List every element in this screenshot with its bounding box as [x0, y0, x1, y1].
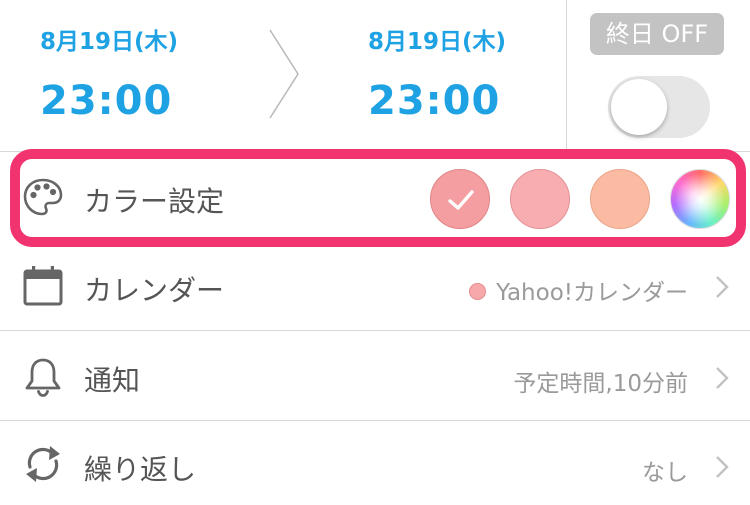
repeat-icon [26, 446, 60, 482]
notification-row[interactable]: 通知 予定時間,10分前 [0, 332, 750, 421]
notification-label: 通知 [84, 364, 141, 397]
start-date[interactable]: 8月19日(木) [40, 22, 178, 56]
calendar-icon [23, 266, 63, 306]
toggle-knob [611, 79, 667, 135]
calendar-label: カレンダー [84, 274, 225, 307]
palette-icon [23, 178, 63, 216]
end-time[interactable]: 23:00 [368, 78, 500, 124]
divider [566, 0, 567, 152]
repeat-row[interactable]: 繰り返し なし [0, 421, 750, 505]
all-day-label: 終日 OFF [590, 13, 724, 55]
color-setting-row: カラー設定 [0, 153, 750, 241]
repeat-value: なし [642, 460, 688, 486]
arrow-right-icon [269, 29, 299, 119]
start-datetime[interactable]: 8月19日(木) 23:00 [40, 0, 260, 152]
calendar-value: Yahoo!カレンダー [469, 273, 688, 307]
checkmark-icon [448, 190, 474, 210]
calendar-row[interactable]: カレンダー Yahoo!カレンダー [0, 242, 750, 331]
color-swatch-light-pink[interactable] [510, 169, 570, 229]
color-swatch-pink-selected[interactable] [430, 169, 490, 229]
all-day-toggle[interactable] [608, 76, 710, 138]
calendar-name: Yahoo!カレンダー [496, 280, 688, 306]
chevron-right-icon [716, 276, 729, 298]
repeat-label: 繰り返し [84, 453, 197, 486]
start-time[interactable]: 23:00 [40, 78, 172, 124]
end-datetime[interactable]: 8月19日(木) 23:00 [368, 0, 588, 152]
chevron-right-icon [716, 367, 729, 389]
end-date[interactable]: 8月19日(木) [368, 22, 506, 56]
color-setting-label: カラー設定 [84, 185, 225, 218]
calendar-color-dot [469, 283, 487, 300]
date-time-header: 8月19日(木) 23:00 8月19日(木) 23:00 終日 OFF [0, 0, 750, 152]
notification-value: 予定時間,10分前 [513, 371, 688, 397]
chevron-right-icon [716, 456, 729, 478]
color-swatch-peach[interactable] [590, 169, 650, 229]
color-swatch-custom-rainbow[interactable] [670, 169, 730, 229]
bell-icon [25, 358, 61, 397]
